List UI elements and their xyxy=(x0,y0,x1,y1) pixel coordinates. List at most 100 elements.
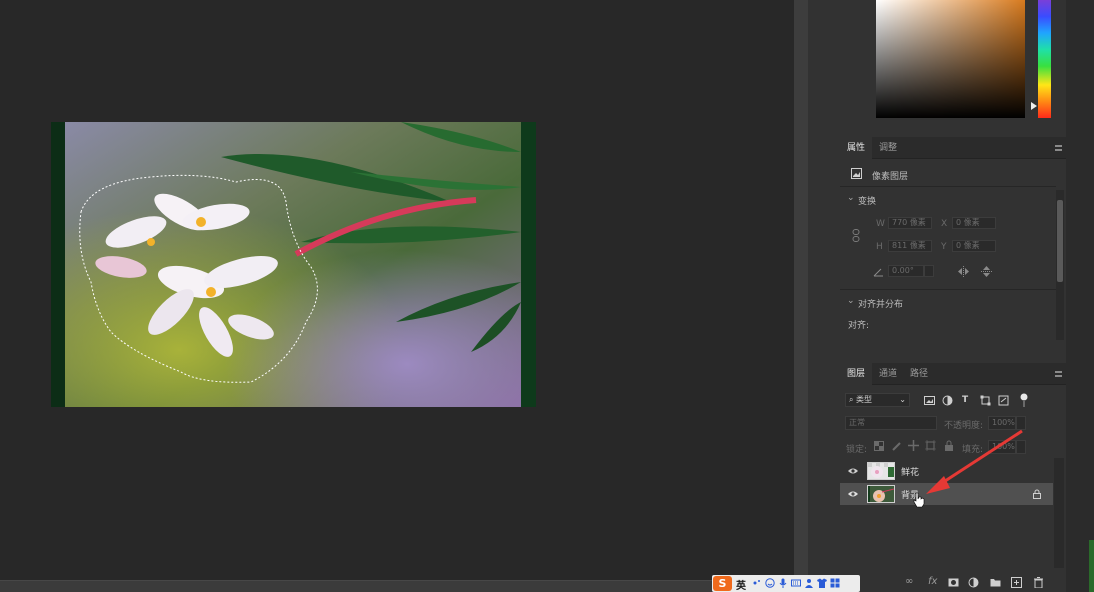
filter-adjustment-icon[interactable] xyxy=(942,395,953,406)
angle-dropdown[interactable] xyxy=(924,265,934,277)
adjustment-icon[interactable] xyxy=(968,577,979,588)
tab-adjustments[interactable]: 调整 xyxy=(872,137,904,159)
lock-artboard-icon[interactable] xyxy=(925,440,936,451)
skin-shirt-icon[interactable] xyxy=(817,578,827,588)
angle-field[interactable]: 0.00° xyxy=(888,265,924,277)
properties-tab-bar: 属性 调整 xyxy=(840,137,1066,159)
eye-icon[interactable] xyxy=(848,466,858,476)
group-folder-icon[interactable] xyxy=(990,577,1001,588)
fx-icon[interactable]: fx xyxy=(928,576,937,587)
color-picker-field[interactable] xyxy=(876,0,1025,118)
x-field[interactable]: 0 像素 xyxy=(952,217,996,229)
layer-row-background[interactable]: 背景 xyxy=(840,483,1053,505)
panel-divider[interactable] xyxy=(794,0,808,592)
opacity-label: 不透明度: xyxy=(944,421,984,431)
panel-menu-icon[interactable] xyxy=(1055,145,1062,151)
trash-icon[interactable] xyxy=(1033,577,1044,588)
color-panel xyxy=(840,0,1066,134)
height-field[interactable]: 811 像素 xyxy=(888,240,932,252)
ime-logo[interactable]: S xyxy=(713,576,732,591)
fill-dropdown[interactable] xyxy=(1016,440,1026,454)
opacity-dropdown[interactable] xyxy=(1016,416,1026,430)
status-bar xyxy=(0,580,794,592)
fill-field[interactable]: 100% xyxy=(988,440,1016,454)
transform-header[interactable]: 变换 xyxy=(858,194,876,207)
eye-icon[interactable] xyxy=(848,489,858,499)
new-layer-icon[interactable] xyxy=(1011,577,1022,588)
filter-shape-icon[interactable] xyxy=(980,395,991,406)
filter-toggle-icon[interactable] xyxy=(1020,393,1028,407)
chevron-down-icon[interactable]: ⌄ xyxy=(847,193,855,203)
divider xyxy=(840,289,1056,290)
filter-pixel-icon[interactable] xyxy=(924,395,935,406)
properties-scrollbar[interactable] xyxy=(1056,190,1064,340)
link-icon[interactable]: ∞ xyxy=(905,576,913,587)
scrollbar-thumb[interactable] xyxy=(1057,200,1063,282)
flower-photo xyxy=(51,122,536,407)
tab-paths[interactable]: 路径 xyxy=(903,363,935,385)
layer-name[interactable]: 鲜花 xyxy=(901,465,919,478)
flip-vertical-icon[interactable] xyxy=(981,266,992,277)
microphone-icon[interactable] xyxy=(778,578,788,588)
layers-scrollbar[interactable] xyxy=(1054,458,1064,568)
mask-icon[interactable] xyxy=(948,577,959,588)
right-panel: 属性 调整 像素图层 ⌄ 变换 W 770 像素 X 0 像素 H 811 像素… xyxy=(840,0,1066,592)
filter-smart-object-icon[interactable] xyxy=(998,395,1009,406)
y-field[interactable]: 0 像素 xyxy=(952,240,996,252)
filter-type-icon[interactable]: T xyxy=(962,395,968,405)
chevron-down-icon: ⌄ xyxy=(899,395,906,404)
fill-label: 填充: xyxy=(962,445,984,455)
layers-footer: ∞ fx xyxy=(840,570,1066,592)
layer-filter-select[interactable]: ⌕ 类型 ⌄ xyxy=(845,393,910,407)
layer-thumbnail xyxy=(867,485,895,503)
panel-menu-icon[interactable] xyxy=(1055,371,1062,377)
opacity-field[interactable]: 100% xyxy=(988,416,1016,430)
emoji-icon[interactable] xyxy=(765,578,775,588)
tab-channels[interactable]: 通道 xyxy=(872,363,904,385)
tab-layers[interactable]: 图层 xyxy=(840,363,873,385)
flower-thumbnail-image xyxy=(868,463,894,479)
h-label: H xyxy=(876,242,883,252)
punctuation-icon[interactable] xyxy=(752,578,762,588)
width-field[interactable]: 770 像素 xyxy=(888,217,932,229)
angle-icon xyxy=(873,268,883,277)
flip-horizontal-icon[interactable] xyxy=(958,266,969,277)
document-image[interactable] xyxy=(51,122,536,407)
lock-icon[interactable] xyxy=(1033,489,1041,499)
lock-transparent-pixels-icon[interactable] xyxy=(874,441,884,451)
chevron-down-icon[interactable]: ⌄ xyxy=(847,296,855,306)
ime-toolbar[interactable]: S 英 xyxy=(712,575,860,592)
toolbox-grid-icon[interactable] xyxy=(830,578,840,588)
search-icon: ⌕ xyxy=(849,395,857,404)
layer-type-label: 像素图层 xyxy=(872,172,909,182)
user-icon[interactable] xyxy=(804,578,814,588)
hue-slider[interactable] xyxy=(1038,0,1051,118)
background-thumbnail-image xyxy=(868,486,894,502)
x-label: X xyxy=(941,219,948,229)
hue-slider-marker-icon[interactable] xyxy=(1031,102,1037,110)
align-label: 对齐: xyxy=(848,321,870,331)
lock-image-pixels-icon[interactable] xyxy=(892,441,902,451)
keyboard-icon[interactable] xyxy=(791,578,801,588)
lock-all-icon[interactable] xyxy=(944,440,954,451)
collapsed-panel-column xyxy=(808,0,840,592)
ime-mode-label[interactable]: 英 xyxy=(736,577,746,592)
layer-row-flower[interactable]: 鲜花 xyxy=(840,460,1053,482)
align-distribute-header[interactable]: 对齐并分布 xyxy=(858,297,903,310)
hand-cursor-icon xyxy=(913,492,925,508)
right-toolbar-strip xyxy=(1066,0,1094,592)
link-dimensions-icon[interactable] xyxy=(852,229,860,242)
canvas-area[interactable] xyxy=(0,0,794,580)
pixel-layer-icon xyxy=(851,168,862,179)
layer-filter-label: 类型 xyxy=(856,395,873,404)
tab-properties[interactable]: 属性 xyxy=(840,137,873,159)
divider xyxy=(840,186,1056,187)
side-indicator xyxy=(1089,540,1094,592)
blend-mode-select[interactable]: 正常 xyxy=(845,416,937,430)
layer-thumbnail xyxy=(867,462,895,480)
lock-position-icon[interactable] xyxy=(908,440,919,451)
layers-tab-bar: 图层 通道 路径 xyxy=(840,363,1066,385)
lock-label: 锁定: xyxy=(846,445,868,455)
y-label: Y xyxy=(941,242,947,252)
w-label: W xyxy=(876,219,885,229)
